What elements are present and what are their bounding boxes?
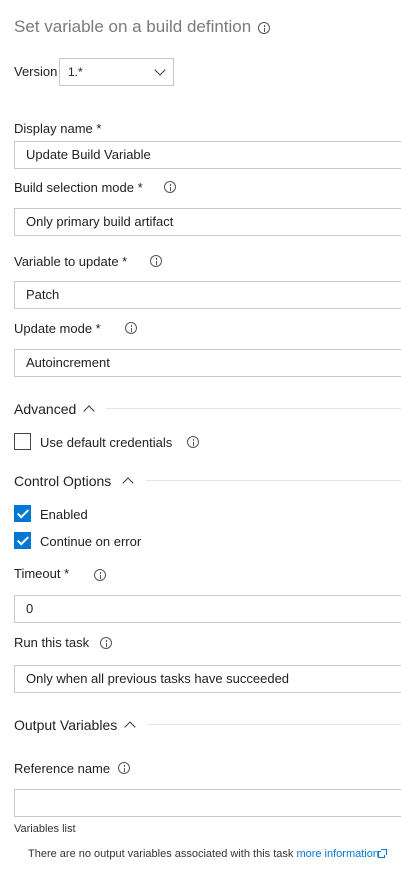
- no-output-variables-message: There are no output variables associated…: [28, 848, 379, 860]
- section-divider: [146, 480, 401, 481]
- enabled-checkbox[interactable]: [14, 505, 31, 522]
- use-default-credentials-checkbox[interactable]: [14, 433, 31, 450]
- timeout-input[interactable]: 0: [14, 595, 401, 623]
- advanced-section-title[interactable]: Advanced: [14, 401, 76, 417]
- section-divider: [106, 408, 401, 409]
- external-link-icon[interactable]: [378, 849, 387, 858]
- run-this-task-select[interactable]: Only when all previous tasks have succee…: [14, 665, 401, 693]
- update-mode-select[interactable]: Autoincrement: [14, 349, 401, 377]
- variable-to-update-select[interactable]: Patch: [14, 281, 401, 309]
- continue-on-error-checkbox[interactable]: [14, 532, 31, 549]
- info-icon[interactable]: [118, 762, 130, 774]
- reference-name-label: Reference name: [14, 761, 111, 776]
- control-options-section-title[interactable]: Control Options: [14, 473, 111, 489]
- variables-list-label: Variables list: [14, 823, 76, 835]
- chevron-up-icon[interactable]: [124, 721, 136, 733]
- output-variables-section-title[interactable]: Output Variables: [14, 717, 117, 733]
- variable-to-update-label: Variable to update *: [14, 254, 128, 269]
- continue-on-error-label: Continue on error: [40, 534, 142, 549]
- use-default-credentials-label: Use default credentials: [40, 435, 173, 450]
- display-name-label: Display name *: [14, 121, 102, 136]
- chevron-up-icon[interactable]: [122, 477, 134, 489]
- version-label: Version: [14, 64, 58, 79]
- display-name-input[interactable]: Update Build Variable: [14, 141, 401, 169]
- run-this-task-label: Run this task: [14, 635, 90, 650]
- reference-name-input[interactable]: [14, 789, 401, 817]
- update-mode-label: Update mode *: [14, 321, 101, 336]
- build-selection-mode-label: Build selection mode *: [14, 180, 143, 195]
- info-icon[interactable]: [150, 255, 162, 267]
- info-icon[interactable]: [258, 22, 270, 34]
- build-selection-mode-select[interactable]: Only primary build artifact: [14, 208, 401, 236]
- info-icon[interactable]: [164, 181, 176, 193]
- version-value: 1.*: [68, 65, 83, 79]
- empty-message-text: There are no output variables associated…: [28, 848, 294, 860]
- page-title: Set variable on a build defintion: [14, 17, 252, 36]
- info-icon[interactable]: [100, 637, 112, 649]
- more-information-link[interactable]: more information: [296, 848, 379, 860]
- timeout-label: Timeout *: [14, 566, 70, 581]
- section-divider: [148, 724, 401, 725]
- info-icon[interactable]: [94, 569, 106, 581]
- info-icon[interactable]: [187, 436, 199, 448]
- chevron-up-icon[interactable]: [83, 405, 95, 417]
- enabled-label: Enabled: [40, 507, 88, 522]
- info-icon[interactable]: [125, 322, 137, 334]
- chevron-down-icon: [154, 64, 166, 76]
- version-select[interactable]: 1.*: [59, 58, 174, 86]
